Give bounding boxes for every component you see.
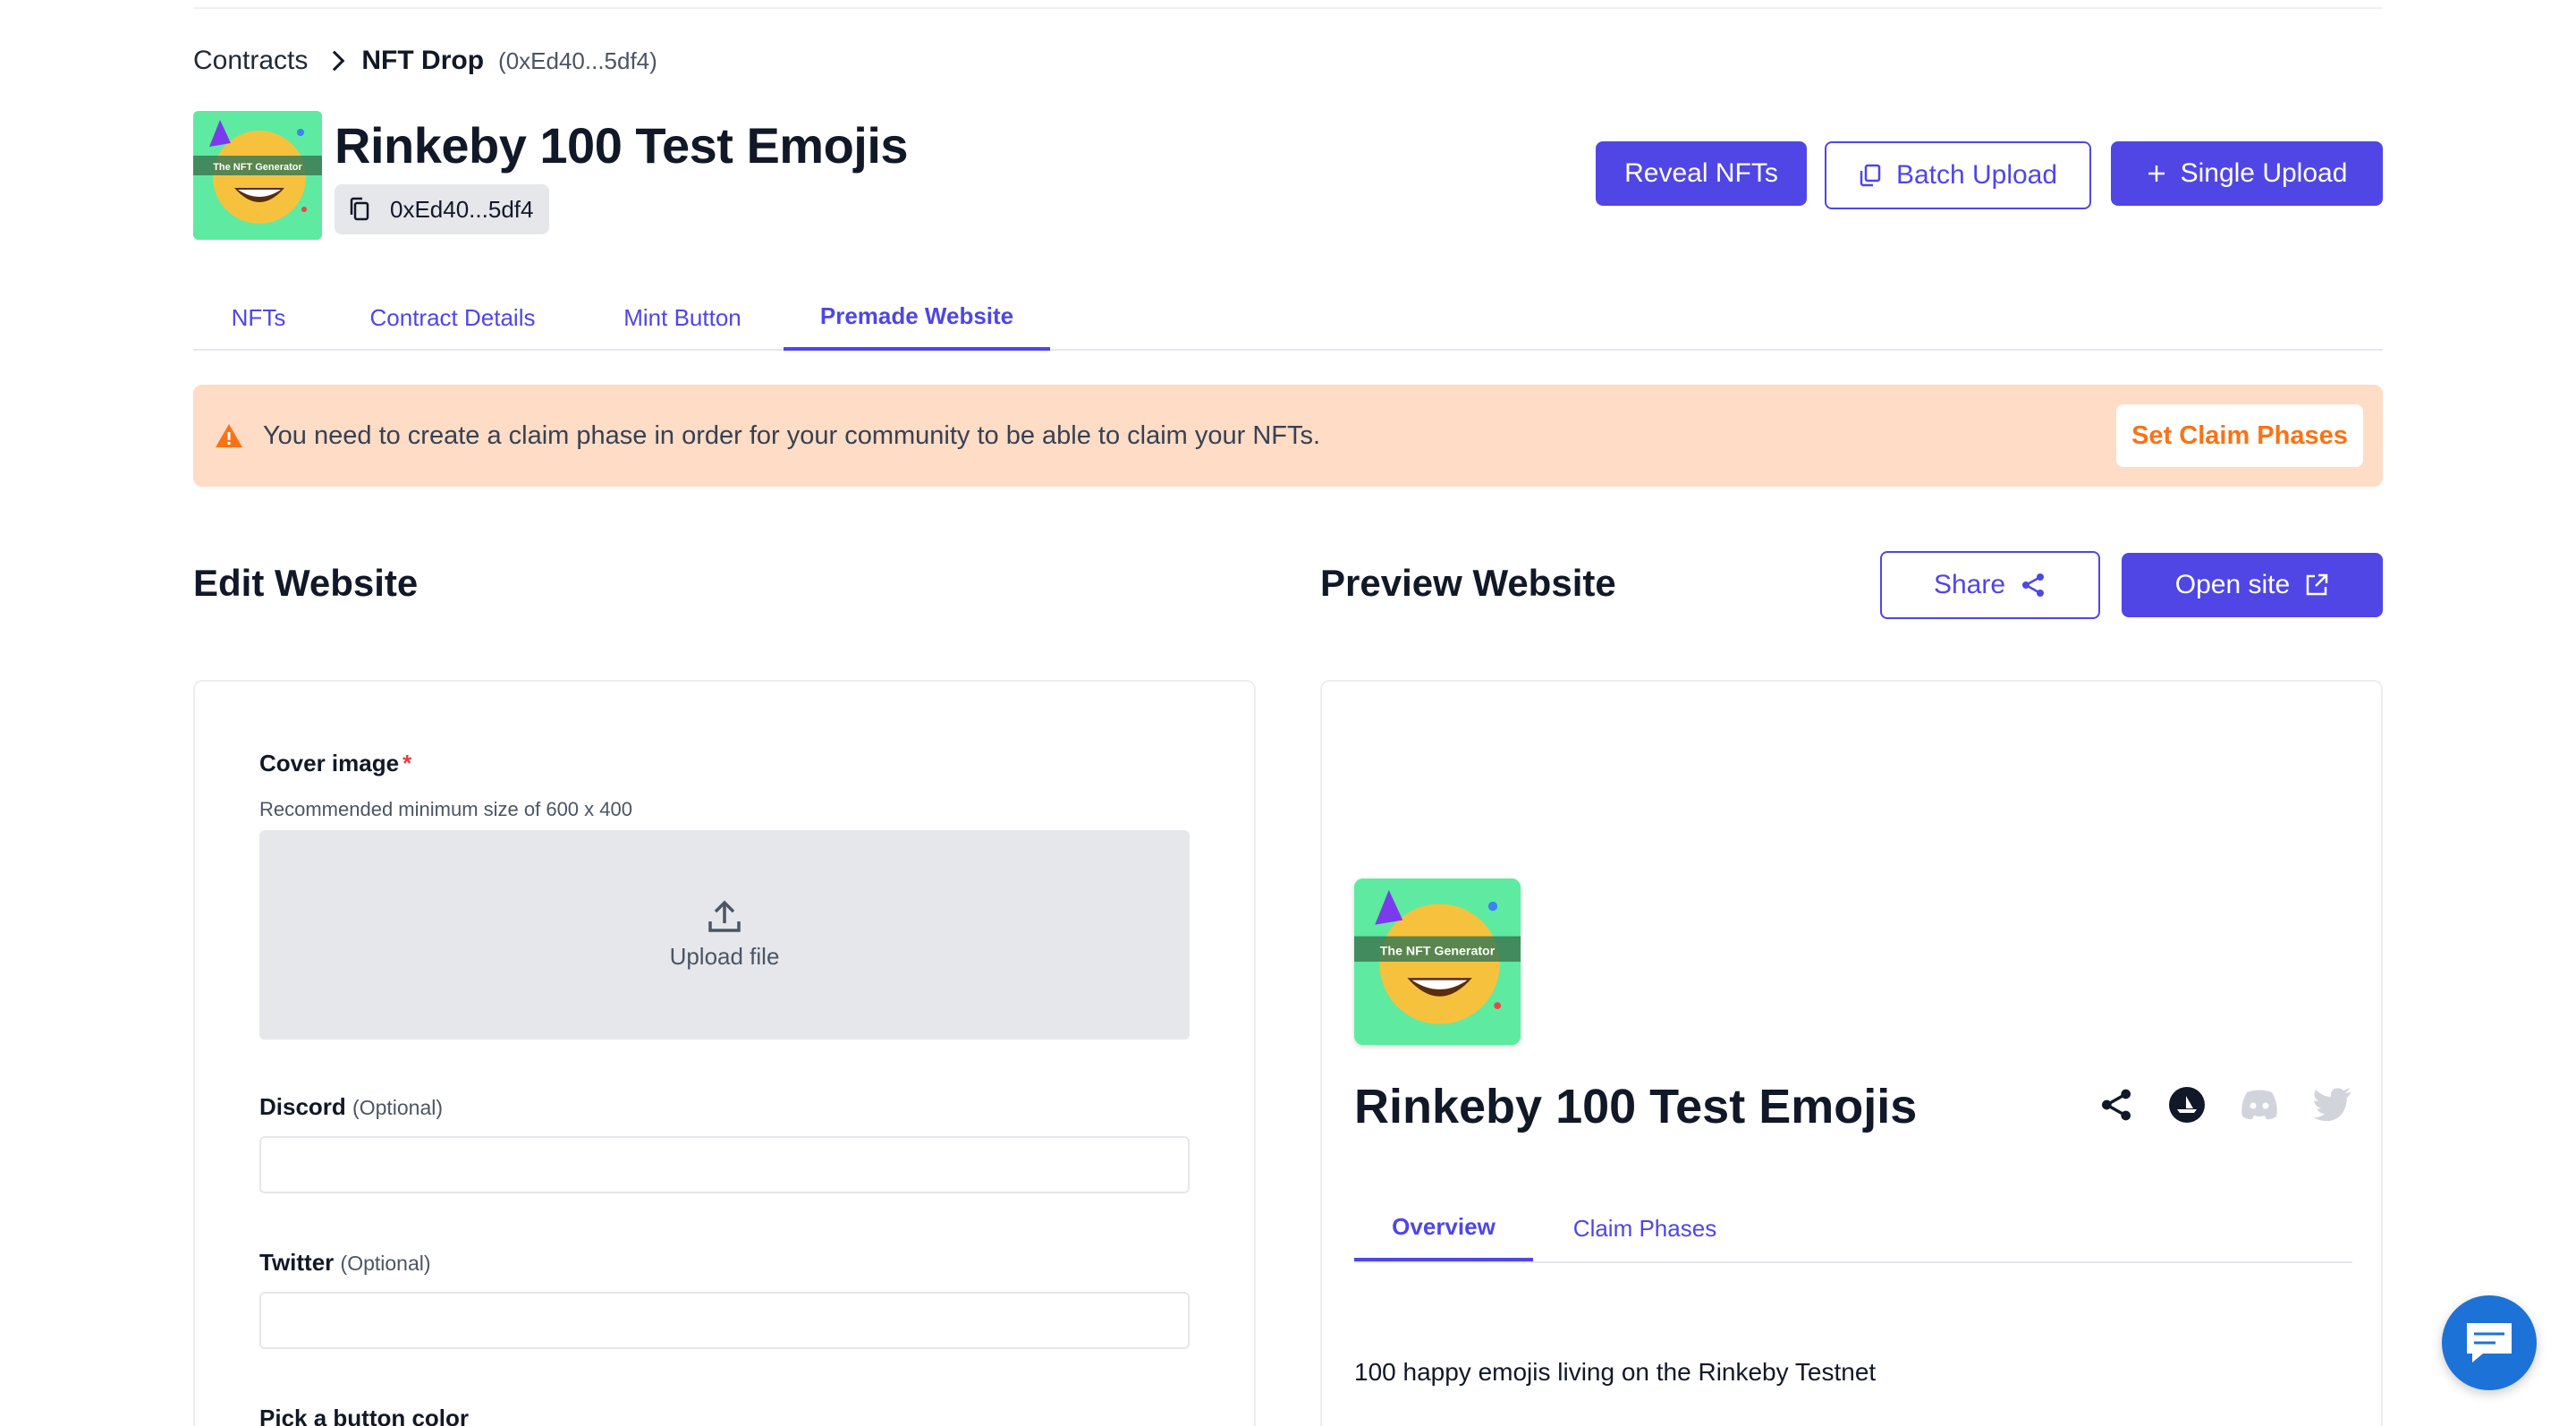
contract-address-copy[interactable]: 0xEd40...5df4	[335, 184, 550, 234]
breadcrumb-current: NFT Drop	[361, 46, 485, 75]
claim-phase-alert: You need to create a claim phase in orde…	[193, 385, 2383, 487]
required-mark: *	[402, 750, 412, 777]
discord-label-text: Discord	[259, 1093, 346, 1120]
tab-mint-button[interactable]: Mint Button	[581, 284, 784, 351]
chevron-right-icon	[325, 50, 345, 72]
share-button[interactable]: Share	[1880, 551, 2100, 619]
cover-image-hint: Recommended minimum size of 600 x 400	[259, 798, 632, 820]
batch-upload-label: Batch Upload	[1895, 160, 2058, 190]
reveal-nfts-label: Reveal NFTs	[1624, 158, 1778, 188]
twitter-label: Twitter (Optional)	[259, 1249, 431, 1277]
optional-tag: (Optional)	[340, 1252, 431, 1275]
copy-icon	[350, 197, 369, 221]
external-link-icon	[2306, 573, 2328, 596]
preview-title: Rinkeby 100 Test Emojis	[1354, 1080, 1918, 1133]
copy-icon	[1860, 164, 1881, 187]
chat-icon	[2467, 1323, 2512, 1362]
preview-website-card: The NFT Generator Rinkeby 100 Test Emoji…	[1320, 680, 2383, 1426]
preview-thumbnail: The NFT Generator	[1354, 879, 1521, 1045]
twitter-input[interactable]	[259, 1292, 1190, 1349]
tab-premade-website[interactable]: Premade Website	[784, 284, 1050, 351]
edit-website-card: Cover image * Recommended minimum size of…	[193, 680, 1256, 1426]
cover-image-text: Cover image	[259, 750, 400, 777]
thumb-caption: The NFT Generator	[213, 162, 302, 173]
warning-icon	[216, 424, 242, 447]
contract-thumbnail: The NFT Generator	[193, 111, 322, 240]
upload-icon	[708, 900, 741, 932]
contract-tabs: NFTs Contract Details Mint Button Premad…	[193, 284, 2383, 351]
alert-message: You need to create a claim phase in orde…	[263, 420, 1321, 450]
discord-input[interactable]	[259, 1136, 1190, 1193]
breadcrumb-contracts[interactable]: Contracts	[193, 46, 308, 76]
discord-icon[interactable]	[2240, 1089, 2279, 1121]
reveal-nfts-button[interactable]: Reveal NFTs	[1596, 141, 1807, 206]
batch-upload-button[interactable]: Batch Upload	[1825, 141, 2091, 209]
top-divider	[193, 7, 2383, 9]
share-icon[interactable]	[2098, 1087, 2134, 1123]
twitter-icon[interactable]	[2313, 1088, 2352, 1122]
discord-label: Discord (Optional)	[259, 1093, 443, 1121]
single-upload-label: Single Upload	[2180, 158, 2348, 188]
tab-overview[interactable]: Overview	[1354, 1195, 1533, 1261]
button-color-label: Pick a button color	[259, 1405, 470, 1426]
twitter-label-text: Twitter	[259, 1249, 335, 1276]
preview-social-icons	[2098, 1086, 2352, 1124]
share-icon	[2022, 573, 2045, 597]
edit-website-title: Edit Website	[193, 562, 419, 604]
breadcrumb-address: (0xEd40...5df4)	[498, 47, 657, 74]
opensea-icon[interactable]	[2168, 1086, 2206, 1124]
set-claim-phases-button[interactable]: Set Claim Phases	[2116, 404, 2363, 467]
tab-contract-details[interactable]: Contract Details	[324, 284, 581, 351]
tab-nfts[interactable]: NFTs	[193, 284, 324, 351]
share-label: Share	[1933, 570, 2006, 599]
preview-tabs: Overview Claim Phases	[1354, 1195, 2352, 1263]
single-upload-button[interactable]: Single Upload	[2111, 141, 2383, 206]
preview-website-title: Preview Website	[1320, 562, 1616, 604]
preview-description: 100 happy emojis living on the Rinkeby T…	[1354, 1358, 1877, 1386]
cover-image-dropzone[interactable]: Upload file	[259, 830, 1190, 1040]
breadcrumb: Contracts NFT Drop (0xEd40...5df4)	[193, 43, 657, 79]
open-site-label: Open site	[2174, 570, 2291, 599]
upload-file-text: Upload file	[669, 942, 780, 970]
open-site-button[interactable]: Open site	[2122, 553, 2383, 617]
tab-claim-phases[interactable]: Claim Phases	[1533, 1195, 1757, 1261]
cover-image-label: Cover image *	[259, 750, 411, 777]
chat-button[interactable]	[2442, 1295, 2537, 1390]
plus-icon	[2148, 166, 2165, 182]
optional-tag: (Optional)	[352, 1096, 444, 1119]
contract-address: 0xEd40...5df4	[390, 195, 534, 223]
page-title: Rinkeby 100 Test Emojis	[335, 117, 909, 174]
thumb-caption: The NFT Generator	[1380, 944, 1496, 958]
